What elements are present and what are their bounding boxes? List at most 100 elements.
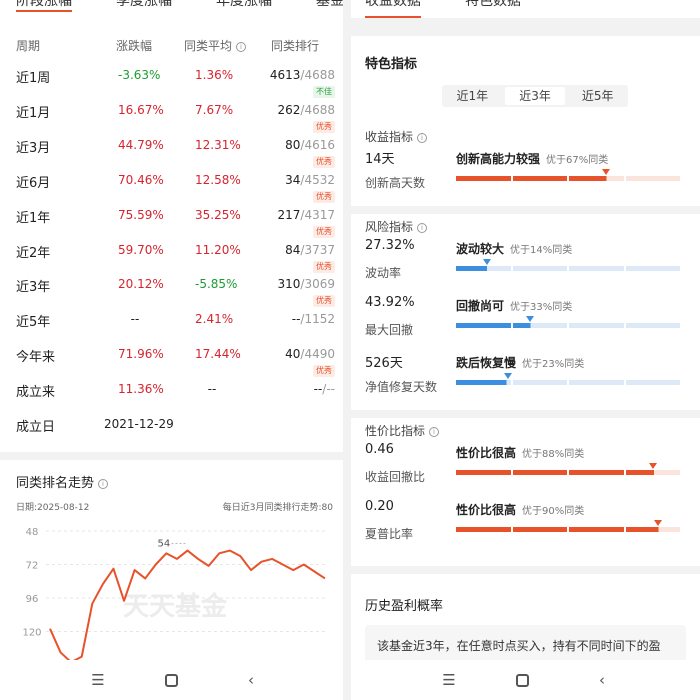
table-row[interactable]: 成立来 11.36% -- --/--	[0, 382, 343, 417]
metric-verdict-text: 性价比很高	[456, 446, 517, 460]
row-rank-total: /3737	[300, 242, 335, 257]
row-rank-value: 262	[277, 102, 301, 117]
percentile-bar-segment	[456, 470, 511, 475]
info-icon[interactable]: i	[417, 132, 428, 143]
row-period: 近1月	[16, 105, 51, 121]
percentile-bar-segment	[512, 323, 567, 328]
percentile-bar-segment	[512, 266, 567, 271]
percentile-bar-segment	[625, 380, 680, 385]
feature-card: 特色指标 近1年 近3年 近5年 收益指标 i 14天 创新高天数 创新高能力较强 优于6…	[351, 36, 700, 566]
percentile-bar-segment	[625, 323, 680, 328]
home-icon[interactable]	[516, 674, 529, 687]
row-rank: 34/4532	[285, 173, 335, 187]
row-rank-total-value: 4688	[304, 68, 335, 82]
row-rank-value: 4613	[269, 68, 301, 82]
watermark: 天天基金	[123, 591, 228, 622]
metric-value: 27.32%	[365, 238, 415, 253]
row-rank: 217/4317	[278, 208, 336, 222]
percentile-bar-segment	[512, 176, 567, 181]
row-rank-total: /4688	[300, 68, 335, 82]
row-period: 近6月	[16, 175, 51, 191]
divider	[351, 410, 700, 418]
info-icon[interactable]: i	[417, 222, 428, 233]
menu-icon[interactable]: ☰	[90, 672, 106, 688]
row-avg: 12.58%	[195, 172, 241, 187]
rank-trend-title: 同类排名走势 i	[16, 472, 109, 491]
tab-feature-data[interactable]: 特色数据	[465, 0, 521, 18]
col-header-avg: 同类平均 i	[184, 37, 247, 54]
row-rank: --/1152	[292, 312, 335, 326]
table-row[interactable]: 近1月 16.67% 7.67% 262/4688 优秀	[0, 103, 343, 138]
table-row[interactable]: 近3年 20.12% -5.85% 310/3069 优秀	[0, 277, 343, 312]
feature-data-panel: 收益数据 特色数据 特色指标 近1年 近3年 近5年 收益指标 i 14天 创新高天数…	[351, 0, 700, 700]
rank-trend-title-text: 同类排名走势	[16, 476, 95, 491]
metric-group-title: 性价比指标 i	[365, 422, 440, 439]
row-rank-value: 310	[277, 277, 301, 292]
period-1y[interactable]: 近1年	[442, 85, 503, 107]
percentile-bar	[456, 176, 680, 181]
row-period: 成立来	[16, 385, 56, 401]
rating-badge: 不佳	[313, 86, 335, 98]
percentile-bar	[456, 380, 680, 385]
info-icon[interactable]: i	[429, 426, 440, 437]
table-row[interactable]: 今年来 71.96% 17.44% 40/4490 优秀	[0, 347, 343, 382]
row-rank-total-value: 4317	[304, 207, 335, 222]
percentile-bar-segment	[569, 527, 624, 532]
metric-group-title: 风险指标 i	[365, 218, 428, 235]
stage-returns-panel: 阶段涨幅 季度涨幅 年度涨幅 基金评级 周期 涨跌幅 同类平均i 同类排行 近1…	[0, 0, 343, 700]
row-rank-total: /4532	[300, 172, 335, 187]
tab-year-returns[interactable]: 年度涨幅	[216, 0, 272, 12]
info-icon[interactable]: i	[98, 478, 109, 489]
metric-verdict-text: 创新高能力较强	[456, 152, 541, 166]
menu-icon[interactable]: ☰	[441, 672, 457, 688]
percentile-bar-segment	[456, 266, 511, 271]
tab-fund-rating[interactable]: 基金评级	[316, 0, 343, 12]
metric-verdict-text: 跌后恢复慢	[456, 356, 517, 370]
row-rank: 310/3069	[278, 277, 336, 291]
tab-returns-data[interactable]: 收益数据	[365, 0, 421, 18]
y-tick-label: 48	[26, 527, 39, 538]
inception-row: 成立日 2021-12-29	[0, 417, 343, 452]
metric-group-title: 收益指标 i	[365, 128, 428, 145]
metric-label: 收益回撤比	[365, 470, 426, 484]
rank-trend-chart: 48 72 96 120 天天基金 54	[22, 527, 326, 664]
col-header-avg-label: 同类平均	[184, 39, 233, 53]
percentile-marker-icon	[483, 259, 492, 265]
metric-percentile-note: 优于90%同类	[522, 506, 585, 517]
percentile-bar	[456, 323, 680, 328]
percentile-bar	[456, 266, 680, 271]
rating-badge: 优秀	[313, 295, 335, 308]
home-icon[interactable]	[165, 674, 178, 687]
metric-verdict: 性价比很高 优于90%同类	[456, 501, 584, 518]
row-change: 75.59%	[118, 207, 164, 222]
row-rank-value: 34	[285, 172, 301, 187]
row-rank-total-value: 4616	[304, 137, 335, 152]
table-row[interactable]: 近1周 -3.63% 1.36% 4613/4688 不佳	[0, 68, 343, 103]
metric-percentile-note: 优于14%同类	[510, 245, 573, 256]
percentile-bar-segment	[625, 266, 680, 271]
table-row[interactable]: 近1年 75.59% 35.25% 217/4317 优秀	[0, 208, 343, 243]
row-rank-total: /3069	[300, 277, 335, 292]
percentile-marker-icon	[649, 463, 658, 469]
col-header-period: 周期	[16, 39, 41, 53]
info-icon[interactable]: i	[236, 41, 247, 52]
row-avg: 2.41%	[195, 312, 234, 327]
rating-badge: 优秀	[313, 120, 335, 133]
table-row[interactable]: 近5年 -- 2.41% --/1152	[0, 312, 343, 347]
tab-stage-returns[interactable]: 阶段涨幅	[16, 0, 72, 12]
tab-quarter-returns[interactable]: 季度涨幅	[116, 0, 172, 12]
period-5y[interactable]: 近5年	[567, 85, 628, 107]
row-rank-total: /4688	[300, 102, 335, 117]
percentile-marker-icon	[653, 520, 662, 526]
back-icon[interactable]: ‹	[243, 672, 259, 688]
table-row[interactable]: 近3月 44.79% 12.31% 80/4616 优秀	[0, 138, 343, 173]
percentile-bar-segment	[625, 176, 680, 181]
metric-verdict: 性价比很高 优于88%同类	[456, 444, 584, 461]
back-icon[interactable]: ‹	[594, 672, 610, 688]
table-row[interactable]: 近2年 59.70% 11.20% 84/3737 优秀	[0, 243, 343, 278]
percentile-bar-segment	[512, 380, 567, 385]
period-3y[interactable]: 近3年	[504, 87, 566, 105]
table-row[interactable]: 近6月 70.46% 12.58% 34/4532 优秀	[0, 173, 343, 208]
row-rank-value: 40	[285, 347, 301, 362]
metric-percentile-note: 优于67%同类	[546, 155, 609, 166]
